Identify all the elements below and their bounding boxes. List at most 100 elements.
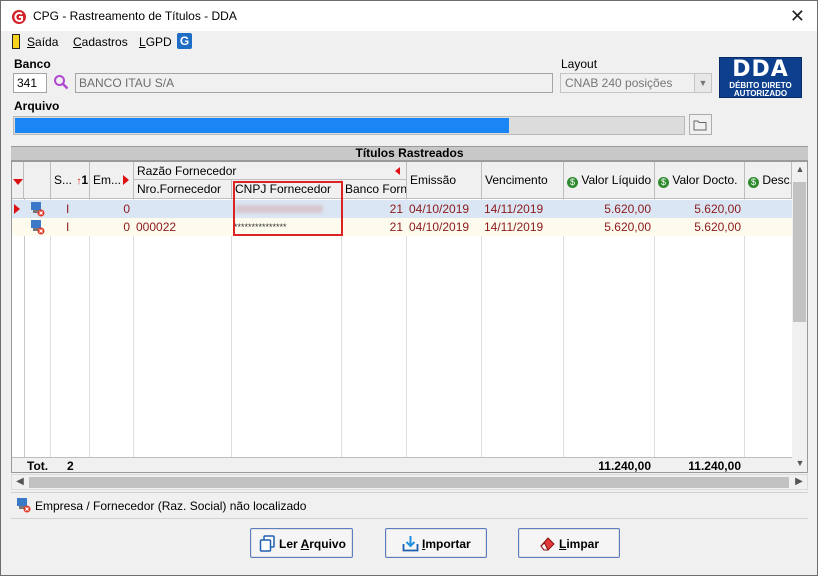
header-desc-label: Desc... [762, 173, 791, 187]
cell-s: I [66, 202, 70, 216]
header-em-label: Em... [93, 173, 122, 187]
importar-label-post: mportar [425, 537, 471, 551]
chevron-down-icon[interactable]: ▼ [694, 74, 711, 92]
grid-line [24, 199, 25, 457]
scroll-right-icon[interactable]: ▶ [791, 475, 807, 489]
grid-line [89, 199, 90, 457]
cell-vencimento: 14/11/2019 [484, 202, 544, 216]
app-logo-icon [12, 10, 26, 24]
totals-valor-docto: 11.240,00 [688, 459, 741, 473]
ler-arquivo-hotkey: A [300, 537, 310, 551]
totals-label: Tot. [27, 459, 49, 473]
header-banco-col[interactable]: Banco Forn. [342, 180, 407, 199]
cell-emissao: 04/10/2019 [409, 220, 470, 234]
cell-vencimento: 14/11/2019 [484, 220, 544, 234]
cell-valor-docto: 5.620,00 [694, 202, 741, 216]
header-s-col[interactable]: S... ↑1 [51, 162, 90, 199]
search-icon[interactable] [53, 74, 69, 90]
header-razao-label: Razão Fornecedor [137, 164, 237, 178]
cell-valor-liquido: 5.620,00 [604, 220, 651, 234]
totals-valor-liquido: 11.240,00 [598, 459, 651, 473]
ler-arquivo-label-pre: Ler [279, 537, 301, 551]
grid-line [341, 199, 342, 457]
menu-cadastros[interactable]: Cadastros [73, 35, 128, 49]
totals-count: 2 [67, 459, 74, 473]
arquivo-progress-fill [15, 118, 509, 133]
grid-line [406, 199, 407, 457]
importar-button[interactable]: Importar [385, 528, 487, 558]
money-icon: $ [567, 177, 578, 188]
warning-status-icon [17, 498, 31, 513]
cell-emissao: 04/10/2019 [409, 202, 470, 216]
divider [11, 492, 808, 493]
scroll-up-icon[interactable]: ▲ [792, 164, 807, 174]
banco-label: Banco [14, 57, 51, 71]
table-row[interactable]: I 0 000022 *************** 21 04/10/2019… [12, 218, 792, 236]
window-title: CPG - Rastreamento de Títulos - DDA [33, 9, 237, 23]
eraser-icon [540, 537, 555, 551]
vertical-scroll-thumb[interactable] [793, 182, 806, 322]
cell-banco: 21 [389, 202, 403, 216]
money-icon: $ [748, 177, 759, 188]
sort-down-icon [13, 179, 23, 185]
dda-logo-line2: AUTORIZADO [733, 89, 788, 98]
header-valor-docto-col[interactable]: $ Valor Docto. [655, 162, 745, 199]
banco-code-input[interactable]: 341 [13, 73, 47, 93]
limpar-button[interactable]: Limpar [518, 528, 620, 558]
menu-lgpd-hotkey: L [139, 35, 146, 49]
banco-name-field: BANCO ITAU S/A [75, 73, 553, 93]
cell-em: 0 [123, 220, 130, 234]
arquivo-label: Arquivo [14, 99, 60, 113]
grid-line [50, 199, 51, 457]
cell-banco: 21 [389, 220, 403, 234]
money-icon: $ [658, 177, 669, 188]
copy-icon [259, 535, 275, 552]
scroll-left-icon[interactable]: ◀ [12, 475, 28, 489]
header-vencimento-col[interactable]: Vencimento [482, 162, 564, 199]
header-indicator-col [12, 162, 24, 199]
menu-saida[interactable]: Saída [27, 35, 58, 49]
table-row[interactable]: I 0 21 04/10/2019 14/11/2019 5.620,00 5.… [12, 200, 792, 218]
dda-logo: DDA DÉBITO DIRETO AUTORIZADO [719, 57, 802, 98]
ler-arquivo-button[interactable]: Ler Arquivo [250, 528, 353, 558]
header-em-col[interactable]: Em... [90, 162, 134, 199]
titulos-grid[interactable]: S... ↑1 Em... Razão Fornecedor Nro.Forne… [11, 161, 808, 473]
header-status-icon-col[interactable] [24, 162, 51, 199]
layout-label: Layout [561, 57, 598, 71]
divider [11, 518, 808, 519]
header-valor-liquido-label: Valor Líquido [581, 173, 652, 187]
scroll-down-icon[interactable]: ▼ [792, 458, 807, 468]
header-s-sort-order: 1 [81, 173, 89, 187]
menu-saida-label: aída [35, 35, 59, 49]
cell-nro: 000022 [136, 220, 177, 234]
grid-line [481, 199, 482, 457]
grid-line [744, 199, 745, 457]
header-valor-liquido-col[interactable]: $ Valor Líquido [564, 162, 655, 199]
cell-em: 0 [123, 202, 130, 216]
limpar-label: Limpar [559, 537, 599, 551]
layout-select-value: CNAB 240 posições [565, 76, 673, 90]
warning-status-icon [31, 220, 45, 235]
ler-arquivo-label-post: rquivo [309, 537, 346, 551]
header-nro-col[interactable]: Nro.Fornecedor [134, 180, 232, 199]
header-razao-group[interactable]: Razão Fornecedor [134, 162, 407, 180]
lgpd-app-icon[interactable]: G [177, 33, 192, 49]
menu-bar: Saída Cadastros LGPD G [1, 31, 817, 53]
grid-line [654, 199, 655, 457]
importar-label: Importar [422, 537, 471, 551]
vertical-scrollbar[interactable]: ▲ ▼ [792, 162, 807, 472]
title-bar: CPG - Rastreamento de Títulos - DDA ✕ [1, 1, 817, 31]
grid-line [563, 199, 564, 457]
layout-select[interactable]: CNAB 240 posições ▼ [560, 73, 712, 93]
totals-row: Tot. 2 11.240,00 11.240,00 [12, 457, 792, 473]
close-icon[interactable]: ✕ [790, 6, 805, 26]
header-desc-col[interactable]: $ Desc... [745, 162, 792, 199]
open-folder-button[interactable] [689, 114, 712, 135]
menu-lgpd[interactable]: LGPD [139, 35, 172, 49]
horizontal-scroll-thumb[interactable] [29, 477, 789, 488]
menu-saida-hotkey: S [27, 35, 36, 49]
collapse-arrow-icon [395, 167, 400, 175]
horizontal-scrollbar[interactable]: ◀ ▶ [11, 474, 808, 490]
cell-valor-liquido: 5.620,00 [604, 202, 651, 216]
header-emissao-col[interactable]: Emissão [407, 162, 482, 199]
